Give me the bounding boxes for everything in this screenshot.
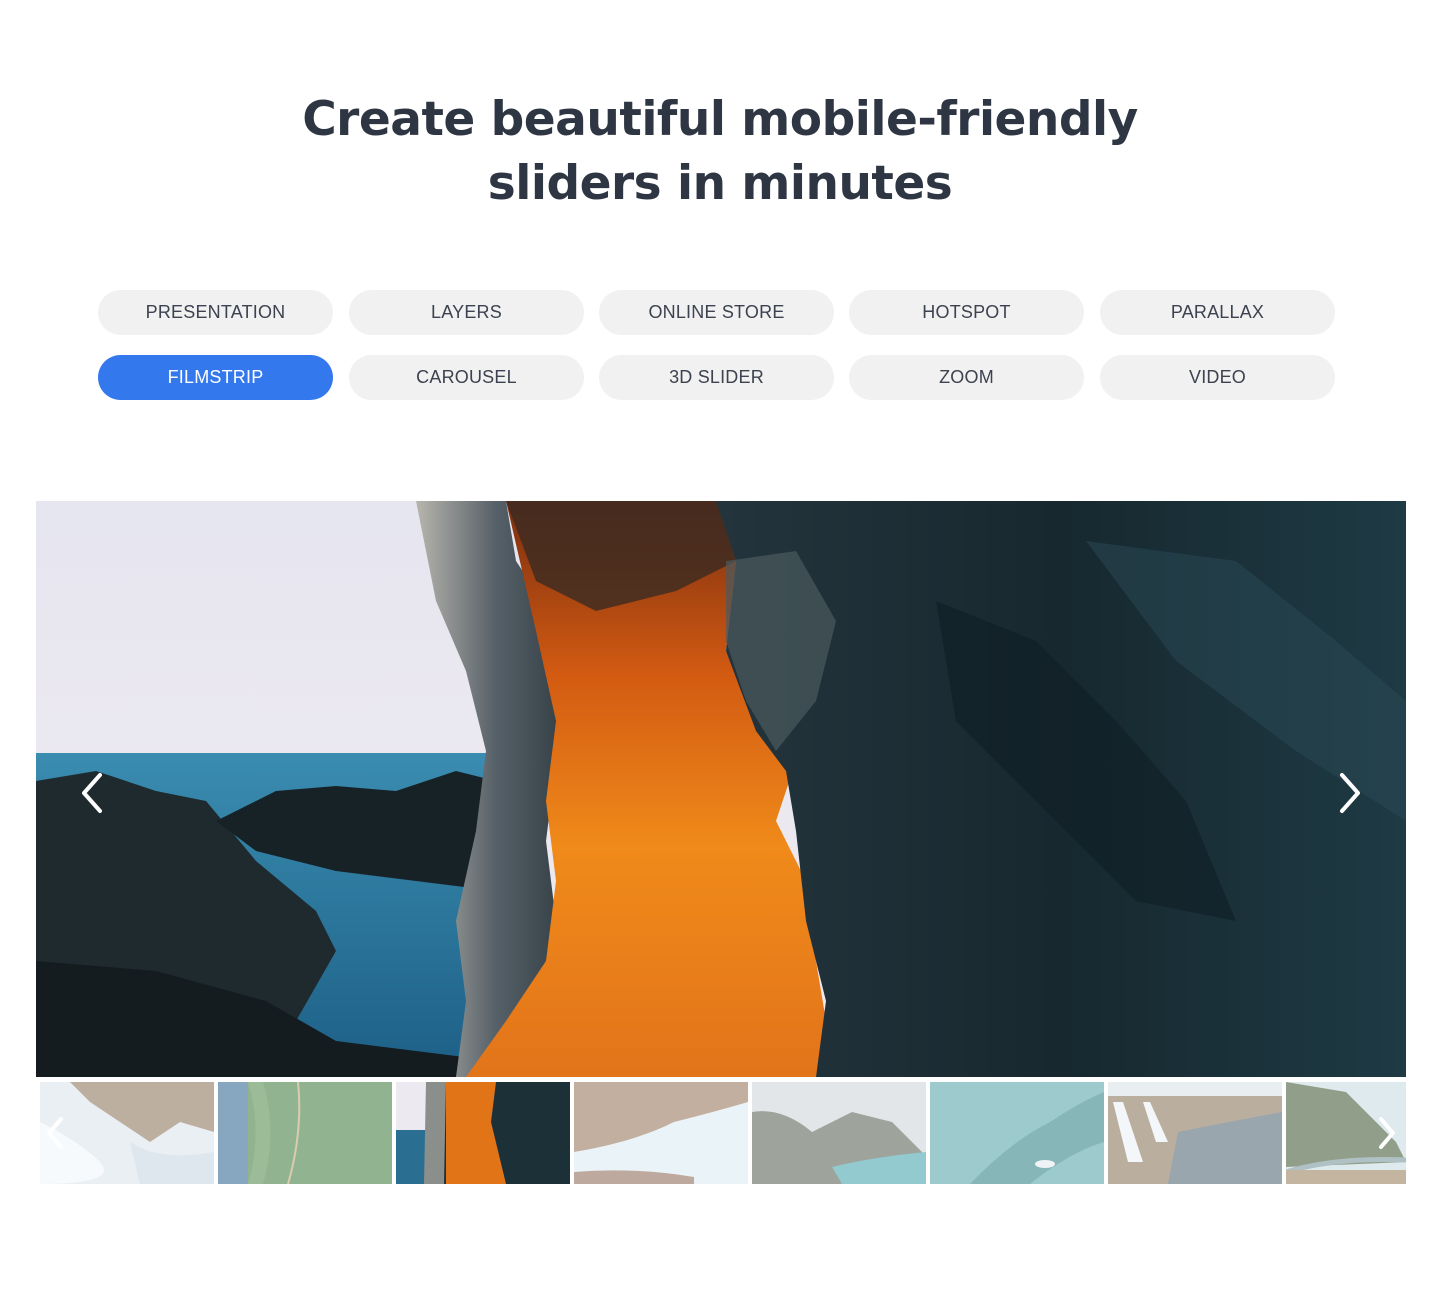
tab-online-store[interactable]: ONLINE STORE xyxy=(599,290,834,335)
filmstrip-next-button[interactable] xyxy=(1372,1108,1402,1158)
tab-filmstrip[interactable]: FILMSTRIP xyxy=(98,355,333,400)
filmstrip-thumb[interactable] xyxy=(218,1082,392,1184)
tab-3d-slider[interactable]: 3D SLIDER xyxy=(599,355,834,400)
tab-parallax[interactable]: PARALLAX xyxy=(1100,290,1335,335)
chevron-left-icon xyxy=(47,1117,63,1149)
filmstrip-thumb[interactable] xyxy=(1108,1082,1282,1184)
tab-layers[interactable]: LAYERS xyxy=(349,290,584,335)
main-slider[interactable] xyxy=(36,501,1406,1077)
slider-next-button[interactable] xyxy=(1328,763,1372,823)
filmstrip-thumb[interactable] xyxy=(752,1082,926,1184)
slide-image xyxy=(36,501,1406,1077)
tab-video[interactable]: VIDEO xyxy=(1100,355,1335,400)
filmstrip-thumb[interactable] xyxy=(574,1082,748,1184)
headline-line-2: sliders in minutes xyxy=(487,156,953,211)
filmstrip-thumb-active[interactable] xyxy=(396,1082,570,1184)
chevron-right-icon xyxy=(1340,773,1360,813)
slider-prev-button[interactable] xyxy=(70,763,114,823)
tab-presentation[interactable]: PRESENTATION xyxy=(98,290,333,335)
filmstrip xyxy=(40,1082,1406,1184)
tab-zoom[interactable]: ZOOM xyxy=(849,355,1084,400)
filmstrip-prev-button[interactable] xyxy=(40,1108,70,1158)
tab-hotspot[interactable]: HOTSPOT xyxy=(849,290,1084,335)
chevron-left-icon xyxy=(82,773,102,813)
filmstrip-thumb[interactable] xyxy=(930,1082,1104,1184)
headline-line-1: Create beautiful mobile-friendly xyxy=(302,92,1138,147)
page-headline: Create beautiful mobile-friendly sliders… xyxy=(0,88,1440,216)
tab-carousel[interactable]: CAROUSEL xyxy=(349,355,584,400)
chevron-right-icon xyxy=(1379,1117,1395,1149)
